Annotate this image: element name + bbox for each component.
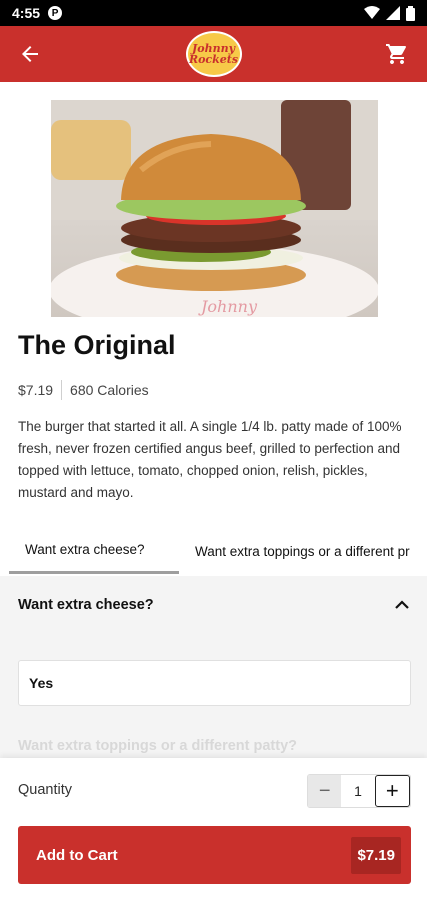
product-price: $7.19	[18, 382, 54, 398]
signal-icon	[386, 6, 400, 20]
tab-extra-toppings[interactable]: Want extra toppings or a different pr	[179, 528, 426, 574]
battery-icon	[406, 5, 415, 21]
options-area: Yes Want extra toppings or a different p…	[0, 634, 427, 758]
product-image: Johnny	[51, 100, 378, 317]
add-to-cart-price: $7.19	[351, 836, 401, 874]
status-time: 4:55	[12, 5, 41, 21]
product-description: The burger that started it all. A single…	[18, 419, 402, 500]
quantity-increment-button[interactable]: +	[374, 775, 410, 807]
chevron-up-icon	[395, 600, 409, 609]
product-meta: $7.19 680 Calories	[18, 380, 149, 400]
option-label: Yes	[29, 675, 54, 691]
option-yes[interactable]: Yes	[18, 660, 411, 706]
quantity-label: Quantity	[18, 782, 72, 798]
product-calories: 680 Calories	[70, 382, 149, 398]
status-bar: 4:55 P	[0, 0, 427, 26]
modifier-tabs: Want extra cheese? Want extra toppings o…	[0, 528, 427, 574]
quantity-stepper: − 1 +	[307, 774, 411, 808]
burger-illustration: Johnny	[51, 100, 378, 317]
add-to-cart-label: Add to Cart	[36, 846, 118, 864]
cart-panel: Quantity − 1 + Add to Cart $7.19	[0, 758, 427, 900]
plus-icon: +	[385, 778, 399, 803]
brand-logo: Johnny Rockets	[185, 31, 242, 77]
add-to-cart-button[interactable]: Add to Cart $7.19	[18, 826, 411, 884]
app-notification-icon: P	[48, 6, 63, 20]
status-icons	[364, 5, 415, 21]
minus-icon: −	[318, 779, 331, 802]
plate-logo-text: Johnny	[198, 297, 258, 316]
tab-extra-cheese[interactable]: Want extra cheese?	[9, 528, 179, 574]
meta-divider	[61, 380, 63, 400]
arrow-back-icon	[22, 46, 38, 62]
product-title: The Original	[18, 330, 176, 360]
app-bar: Johnny Rockets	[0, 26, 427, 82]
shopping-cart-icon	[386, 44, 406, 64]
back-button[interactable]	[14, 38, 46, 70]
quantity-value: 1	[341, 775, 375, 807]
quantity-decrement-button[interactable]: −	[308, 775, 342, 807]
cart-button[interactable]	[381, 38, 413, 70]
next-section-header: Want extra toppings or a different patty…	[18, 738, 298, 754]
logo-text: Johnny Rockets	[188, 42, 239, 66]
section-header-extra-cheese[interactable]: Want extra cheese?	[0, 576, 427, 634]
section-title: Want extra cheese?	[18, 597, 154, 613]
wifi-icon	[364, 6, 380, 19]
